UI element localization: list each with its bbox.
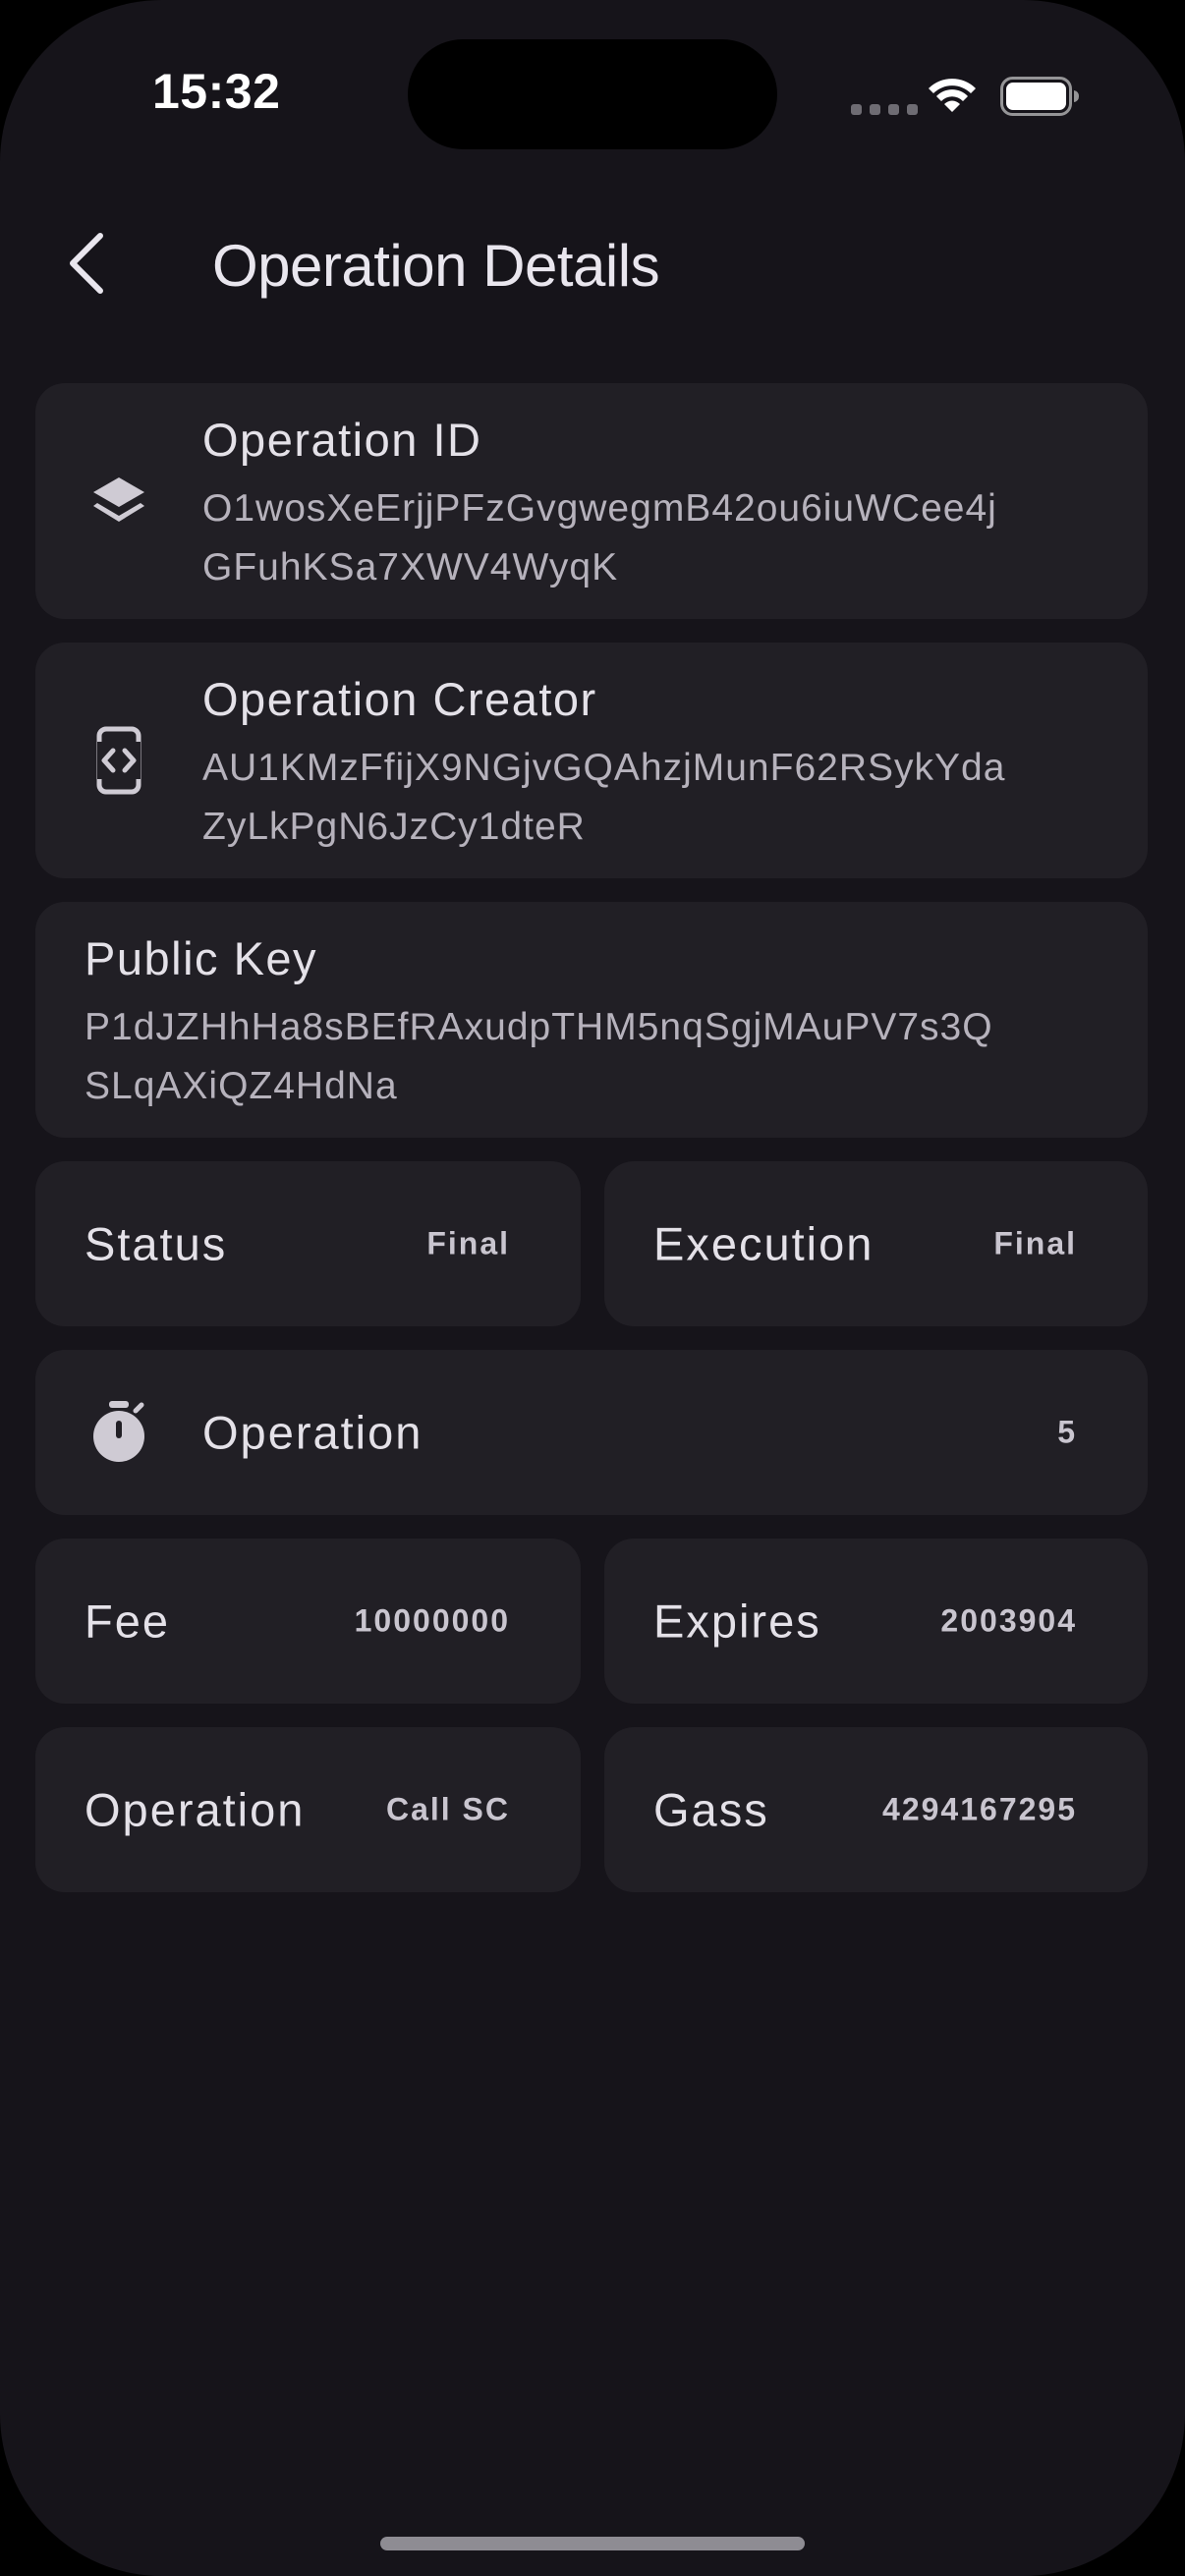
status-card: Status Final [35,1161,581,1326]
status-label: Status [85,1217,228,1270]
timer-icon [85,1398,153,1467]
layers-icon [85,467,153,535]
chevron-left-icon [70,233,103,294]
gas-value: 4294167295 [882,1791,1077,1827]
fee-value: 10000000 [354,1602,510,1639]
operation-type-card: Operation Call SC [35,1727,581,1892]
operation-id-card[interactable]: Operation ID O1wosXeErjjPFzGvgwegmB42ou6… [35,383,1148,619]
fee-label: Fee [85,1595,170,1648]
home-indicator[interactable] [380,2537,805,2550]
wifi-icon [929,79,976,112]
cellular-signal-icon [851,104,918,115]
execution-value: Final [993,1225,1077,1261]
operation-id-value-line1: O1wosXeErjjPFzGvgwegmB42ou6iuWCee4j [202,487,997,530]
public-key-value[interactable]: P1dJZHhHa8sBEfRAxudpTHM5nqSgjMAuPV7s3Q S… [85,998,993,1116]
operation-id-value-line2: GFuhKSa7XWV4WyqK [202,546,619,588]
battery-icon [1000,77,1079,116]
fee-card: Fee 10000000 [35,1539,581,1704]
status-time: 15:32 [152,64,281,119]
operation-type-value: Call SC [385,1791,510,1827]
expires-value: 2003904 [940,1602,1077,1639]
dynamic-island [408,39,777,149]
operation-creator-value[interactable]: AU1KMzFfijX9NGjvGQAhzjMunF62RSykYda ZyLk… [202,739,1005,857]
page-title: Operation Details [212,233,660,299]
gas-label: Gass [653,1783,769,1836]
execution-card: Execution Final [604,1161,1148,1326]
operation-timer-card: Operation 5 [35,1350,1148,1515]
public-key-card[interactable]: Public Key P1dJZHhHa8sBEfRAxudpTHM5nqSgj… [35,902,1148,1138]
operation-creator-value-line2: ZyLkPgN6JzCy1dteR [202,806,586,848]
gas-card: Gass 4294167295 [604,1727,1148,1892]
operation-id-value[interactable]: O1wosXeErjjPFzGvgwegmB42ou6iuWCee4j GFuh… [202,479,997,597]
operation-creator-label: Operation Creator [202,673,597,725]
app-screen: 15:32 Operation Details Operation ID O1w… [0,0,1185,2576]
expires-card: Expires 2003904 [604,1539,1148,1704]
public-key-value-line1: P1dJZHhHa8sBEfRAxudpTHM5nqSgjMAuPV7s3Q [85,1006,993,1048]
execution-label: Execution [653,1217,875,1270]
operation-id-label: Operation ID [202,414,482,466]
status-value: Final [426,1225,510,1261]
operation-timer-label: Operation [202,1406,423,1459]
operation-creator-value-line1: AU1KMzFfijX9NGjvGQAhzjMunF62RSykYda [202,747,1006,789]
operation-timer-value: 5 [1057,1414,1077,1450]
public-key-label: Public Key [85,932,318,984]
operation-creator-card[interactable]: Operation Creator AU1KMzFfijX9NGjvGQAhzj… [35,643,1148,878]
expires-label: Expires [653,1595,821,1648]
operation-type-label: Operation [85,1783,306,1836]
back-button[interactable] [51,224,122,303]
public-key-value-line2: SLqAXiQZ4HdNa [85,1065,398,1107]
code-device-icon [85,726,153,795]
